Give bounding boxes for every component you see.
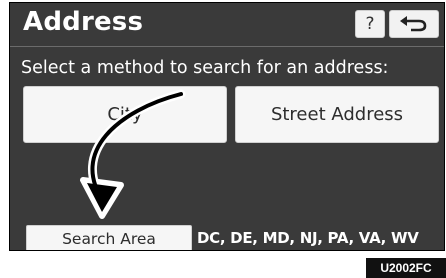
street-address-button[interactable]: Street Address: [235, 86, 439, 143]
help-button[interactable]: ?: [355, 10, 385, 38]
page-title: Address: [23, 7, 144, 37]
figure-code-label: U2002FC: [366, 258, 446, 278]
return-arrow-icon: [400, 16, 427, 32]
search-area-button[interactable]: Search Area: [26, 225, 192, 251]
search-area-states: DC, DE, MD, NJ, PA, VA, WV: [197, 229, 419, 247]
navigation-screen: Address ? Select a method to search for …: [9, 2, 445, 251]
city-button[interactable]: City: [23, 86, 227, 143]
back-button[interactable]: [389, 10, 439, 38]
header-divider: [9, 46, 445, 47]
instruction-text: Select a method to search for an address…: [21, 58, 389, 78]
